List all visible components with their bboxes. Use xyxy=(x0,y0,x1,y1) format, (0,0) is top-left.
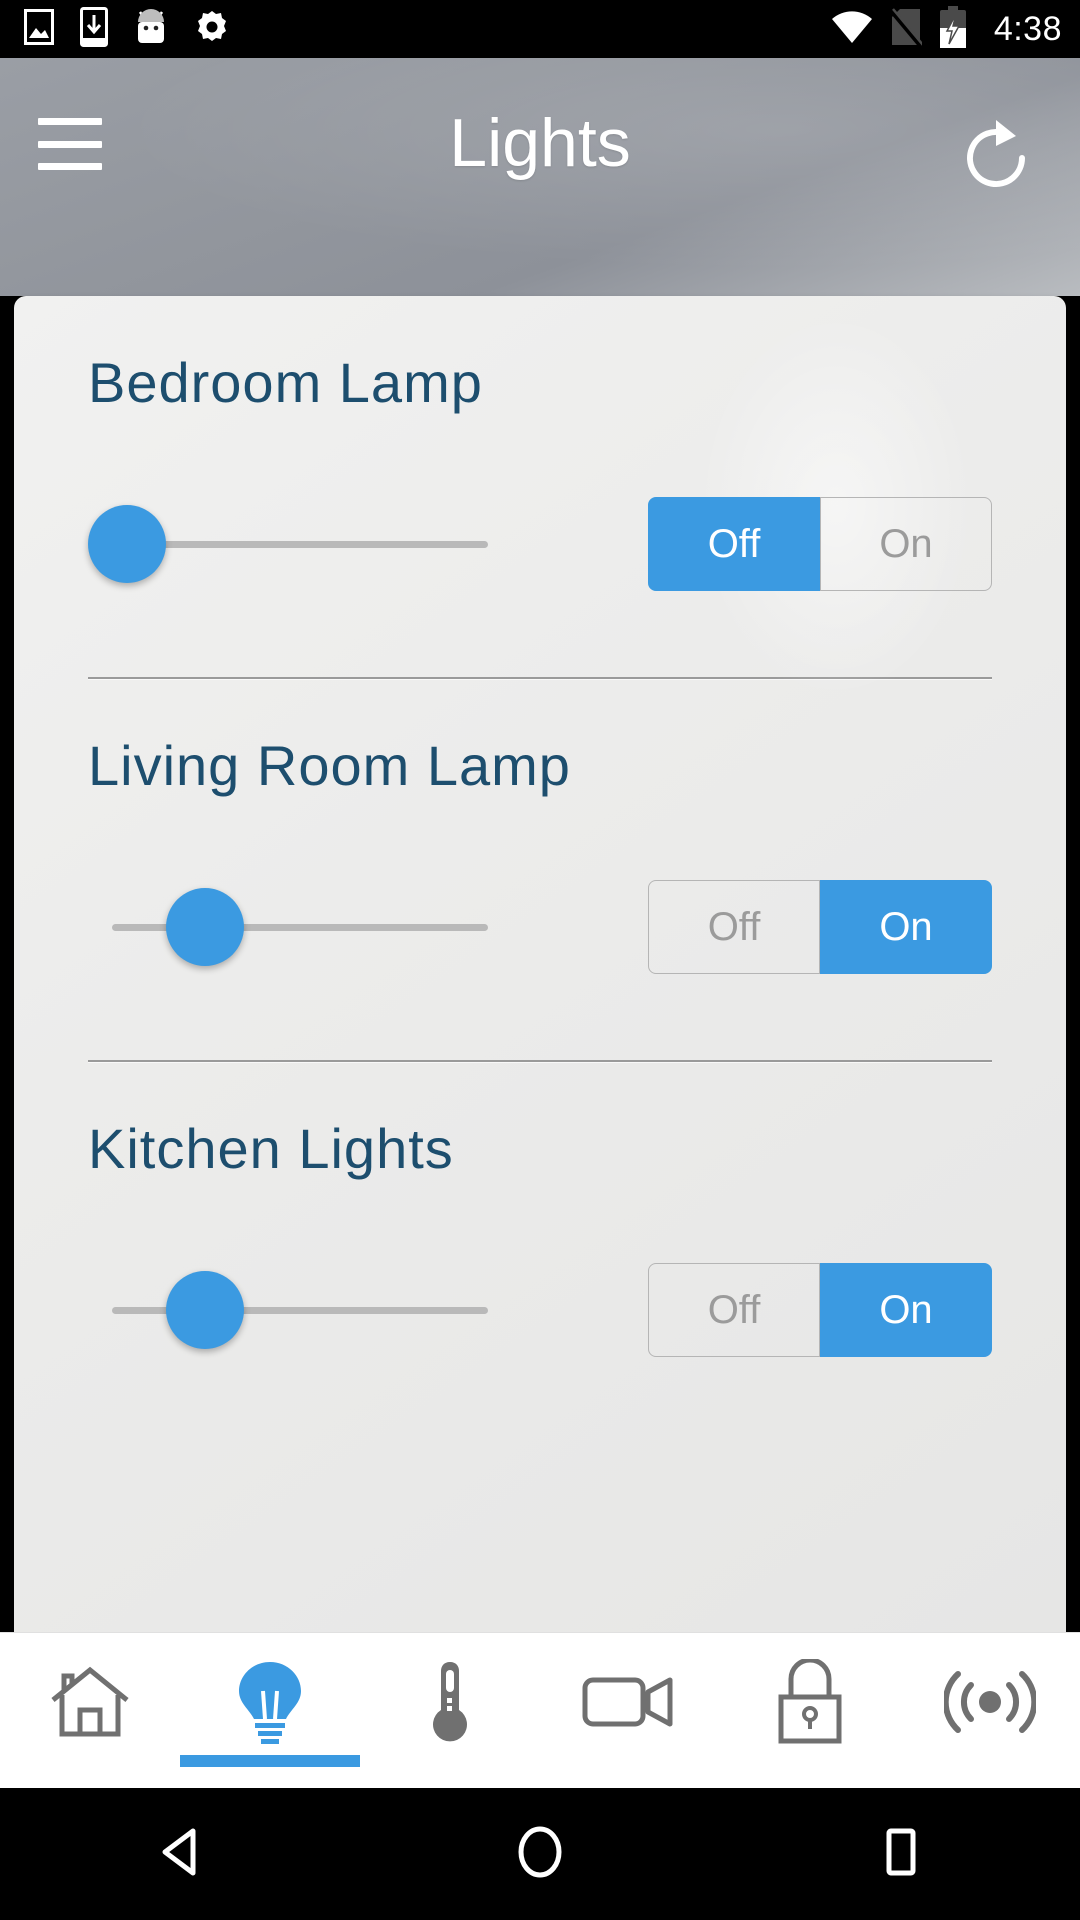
home-circle-icon[interactable] xyxy=(511,1823,569,1886)
brightness-slider[interactable] xyxy=(88,489,488,599)
power-off-button[interactable]: Off xyxy=(648,1263,820,1357)
lights-card: Bedroom Lamp Off On Living Room Lamp Off… xyxy=(14,296,1066,1632)
light-controls: Off On xyxy=(88,1255,992,1365)
app-bar: Lights xyxy=(0,58,1080,296)
light-row: Kitchen Lights Off On xyxy=(14,1062,1066,1365)
power-off-button[interactable]: Off xyxy=(648,497,820,591)
slider-track xyxy=(112,541,488,548)
slider-thumb[interactable] xyxy=(166,1271,244,1349)
android-navigation-bar xyxy=(0,1788,1080,1920)
nav-item-cameras[interactable] xyxy=(540,1633,720,1789)
bottom-navigation xyxy=(0,1632,1080,1788)
phone-screen: 4:38 Lights Bedroom Lamp Off On Living R… xyxy=(0,0,1080,1920)
light-row: Living Room Lamp Off On xyxy=(14,679,1066,982)
slider-thumb[interactable] xyxy=(166,888,244,966)
power-on-button[interactable]: On xyxy=(820,880,992,974)
recents-square-icon[interactable] xyxy=(871,1823,929,1886)
back-triangle-icon[interactable] xyxy=(151,1823,209,1886)
status-bar-right-icons: 4:38 xyxy=(830,5,1062,53)
light-row: Bedroom Lamp Off On xyxy=(14,296,1066,599)
status-bar: 4:38 xyxy=(0,0,1080,58)
slider-thumb[interactable] xyxy=(88,505,166,583)
light-name: Bedroom Lamp xyxy=(88,351,483,414)
settings-gear-icon xyxy=(194,9,230,50)
image-icon xyxy=(24,8,54,50)
brightness-slider[interactable] xyxy=(88,1255,488,1365)
nav-item-locks[interactable] xyxy=(720,1633,900,1789)
download-icon xyxy=(80,6,108,52)
battery-charging-icon xyxy=(938,5,968,53)
power-toggle-group: Off On xyxy=(648,1263,992,1357)
android-icon xyxy=(134,8,168,51)
power-off-button[interactable]: Off xyxy=(648,880,820,974)
nav-item-climate[interactable] xyxy=(360,1633,540,1789)
nav-item-sensors[interactable] xyxy=(900,1633,1080,1789)
light-controls: Off On xyxy=(88,489,992,599)
power-on-button[interactable]: On xyxy=(820,497,992,591)
status-bar-clock: 4:38 xyxy=(993,9,1062,48)
light-controls: Off On xyxy=(88,872,992,982)
light-name: Kitchen Lights xyxy=(88,1117,454,1180)
status-bar-left-icons xyxy=(24,6,230,52)
nav-item-home[interactable] xyxy=(0,1633,180,1789)
wifi-icon xyxy=(830,9,874,50)
page-title: Lights xyxy=(449,105,631,181)
no-sim-icon xyxy=(888,7,924,52)
brightness-slider[interactable] xyxy=(88,872,488,982)
power-on-button[interactable]: On xyxy=(820,1263,992,1357)
nav-item-lights[interactable] xyxy=(180,1633,360,1789)
refresh-icon[interactable] xyxy=(954,116,1038,200)
power-toggle-group: Off On xyxy=(648,880,992,974)
power-toggle-group: Off On xyxy=(648,497,992,591)
active-tab-indicator xyxy=(180,1755,360,1767)
light-name: Living Room Lamp xyxy=(88,734,571,797)
